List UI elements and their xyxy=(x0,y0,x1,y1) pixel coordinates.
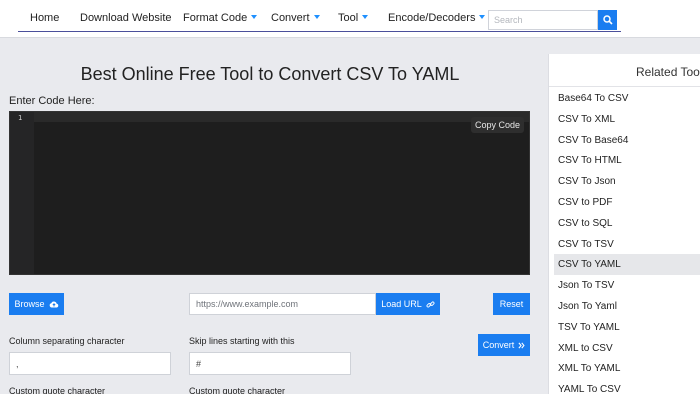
related-tool-link[interactable]: TSV To YAML xyxy=(554,317,700,338)
nav-convert-label: Convert xyxy=(271,12,310,24)
nav-encode-decoders[interactable]: Encode/Decoders xyxy=(388,12,486,24)
related-tool-link[interactable]: CSV To Json xyxy=(554,171,700,192)
code-editor[interactable]: 1 Copy Code xyxy=(9,111,530,275)
editor-gutter: 1 xyxy=(10,112,34,274)
enter-code-label: Enter Code Here: xyxy=(9,95,95,107)
nav-download-website-label: Download Website xyxy=(80,12,172,24)
nav-format-code[interactable]: Format Code xyxy=(183,12,258,24)
related-tool-link[interactable]: XML to CSV xyxy=(554,338,700,359)
line-number: 1 xyxy=(18,114,23,122)
column-separator-label: Column separating character xyxy=(9,336,125,346)
top-navbar: Home Download Website Format Code Conver… xyxy=(0,0,700,38)
chevron-down-icon xyxy=(362,15,369,19)
related-tool-link[interactable]: CSV to SQL xyxy=(554,213,700,234)
reset-button[interactable]: Reset xyxy=(493,293,530,315)
related-tool-link[interactable]: CSV to PDF xyxy=(554,192,700,213)
browse-button[interactable]: Browse xyxy=(9,293,64,315)
related-tool-link[interactable]: CSV To TSV xyxy=(554,234,700,255)
column-separator-field[interactable] xyxy=(9,352,171,375)
related-tool-link[interactable]: Base64 To CSV xyxy=(554,88,700,109)
nav-home-label: Home xyxy=(30,12,60,24)
nav-format-code-label: Format Code xyxy=(183,12,248,24)
search-button[interactable] xyxy=(598,10,617,30)
related-tool-link[interactable]: CSV To YAML xyxy=(554,254,700,276)
skip-lines-label: Skip lines starting with this xyxy=(189,336,295,346)
chevron-down-icon xyxy=(313,15,320,19)
convert-label: Convert xyxy=(482,340,515,350)
reset-label: Reset xyxy=(499,299,524,309)
quote-char-label-1: Custom quote character xyxy=(9,386,106,394)
link-icon xyxy=(426,300,435,308)
related-tools-title: Related Tools xyxy=(549,54,700,87)
related-tool-link[interactable]: CSV To HTML xyxy=(554,150,700,171)
related-tool-link[interactable]: Json To Yaml xyxy=(554,296,700,317)
browse-label: Browse xyxy=(14,299,45,309)
related-tools-sidebar: Related Tools Base64 To CSVCSV To XMLCSV… xyxy=(548,54,700,394)
chevron-down-icon xyxy=(251,15,258,19)
cloud-upload-icon xyxy=(49,301,58,308)
active-line-highlight xyxy=(34,112,529,122)
nav-home[interactable]: Home xyxy=(30,12,59,24)
search-input[interactable] xyxy=(488,10,598,30)
double-chevron-right-icon xyxy=(518,342,525,348)
nav-download-website[interactable]: Download Website xyxy=(80,12,172,24)
nav-tool-label: Tool xyxy=(338,12,359,24)
related-tool-link[interactable]: CSV To XML xyxy=(554,109,700,130)
convert-button[interactable]: Convert xyxy=(478,334,530,356)
load-url-label: Load URL xyxy=(381,299,422,309)
page-title: Best Online Free Tool to Convert CSV To … xyxy=(80,64,460,84)
chevron-down-icon xyxy=(479,15,486,19)
related-tool-link[interactable]: CSV To Base64 xyxy=(554,130,700,151)
nav-convert[interactable]: Convert xyxy=(271,12,320,24)
load-url-button[interactable]: Load URL xyxy=(376,293,440,315)
search-icon xyxy=(602,15,613,25)
url-input[interactable] xyxy=(189,293,376,315)
related-tool-link[interactable]: XML To YAML xyxy=(554,358,700,379)
related-tool-link[interactable]: Json To TSV xyxy=(554,275,700,296)
nav-encode-decoders-label: Encode/Decoders xyxy=(388,12,476,24)
nav-tool[interactable]: Tool xyxy=(338,12,369,24)
skip-lines-field[interactable] xyxy=(189,352,351,375)
related-tool-link[interactable]: YAML To CSV xyxy=(554,379,700,394)
quote-char-label-2: Custom quote character xyxy=(189,386,286,394)
copy-code-button[interactable]: Copy Code xyxy=(470,117,524,133)
nav-underline xyxy=(18,31,621,32)
